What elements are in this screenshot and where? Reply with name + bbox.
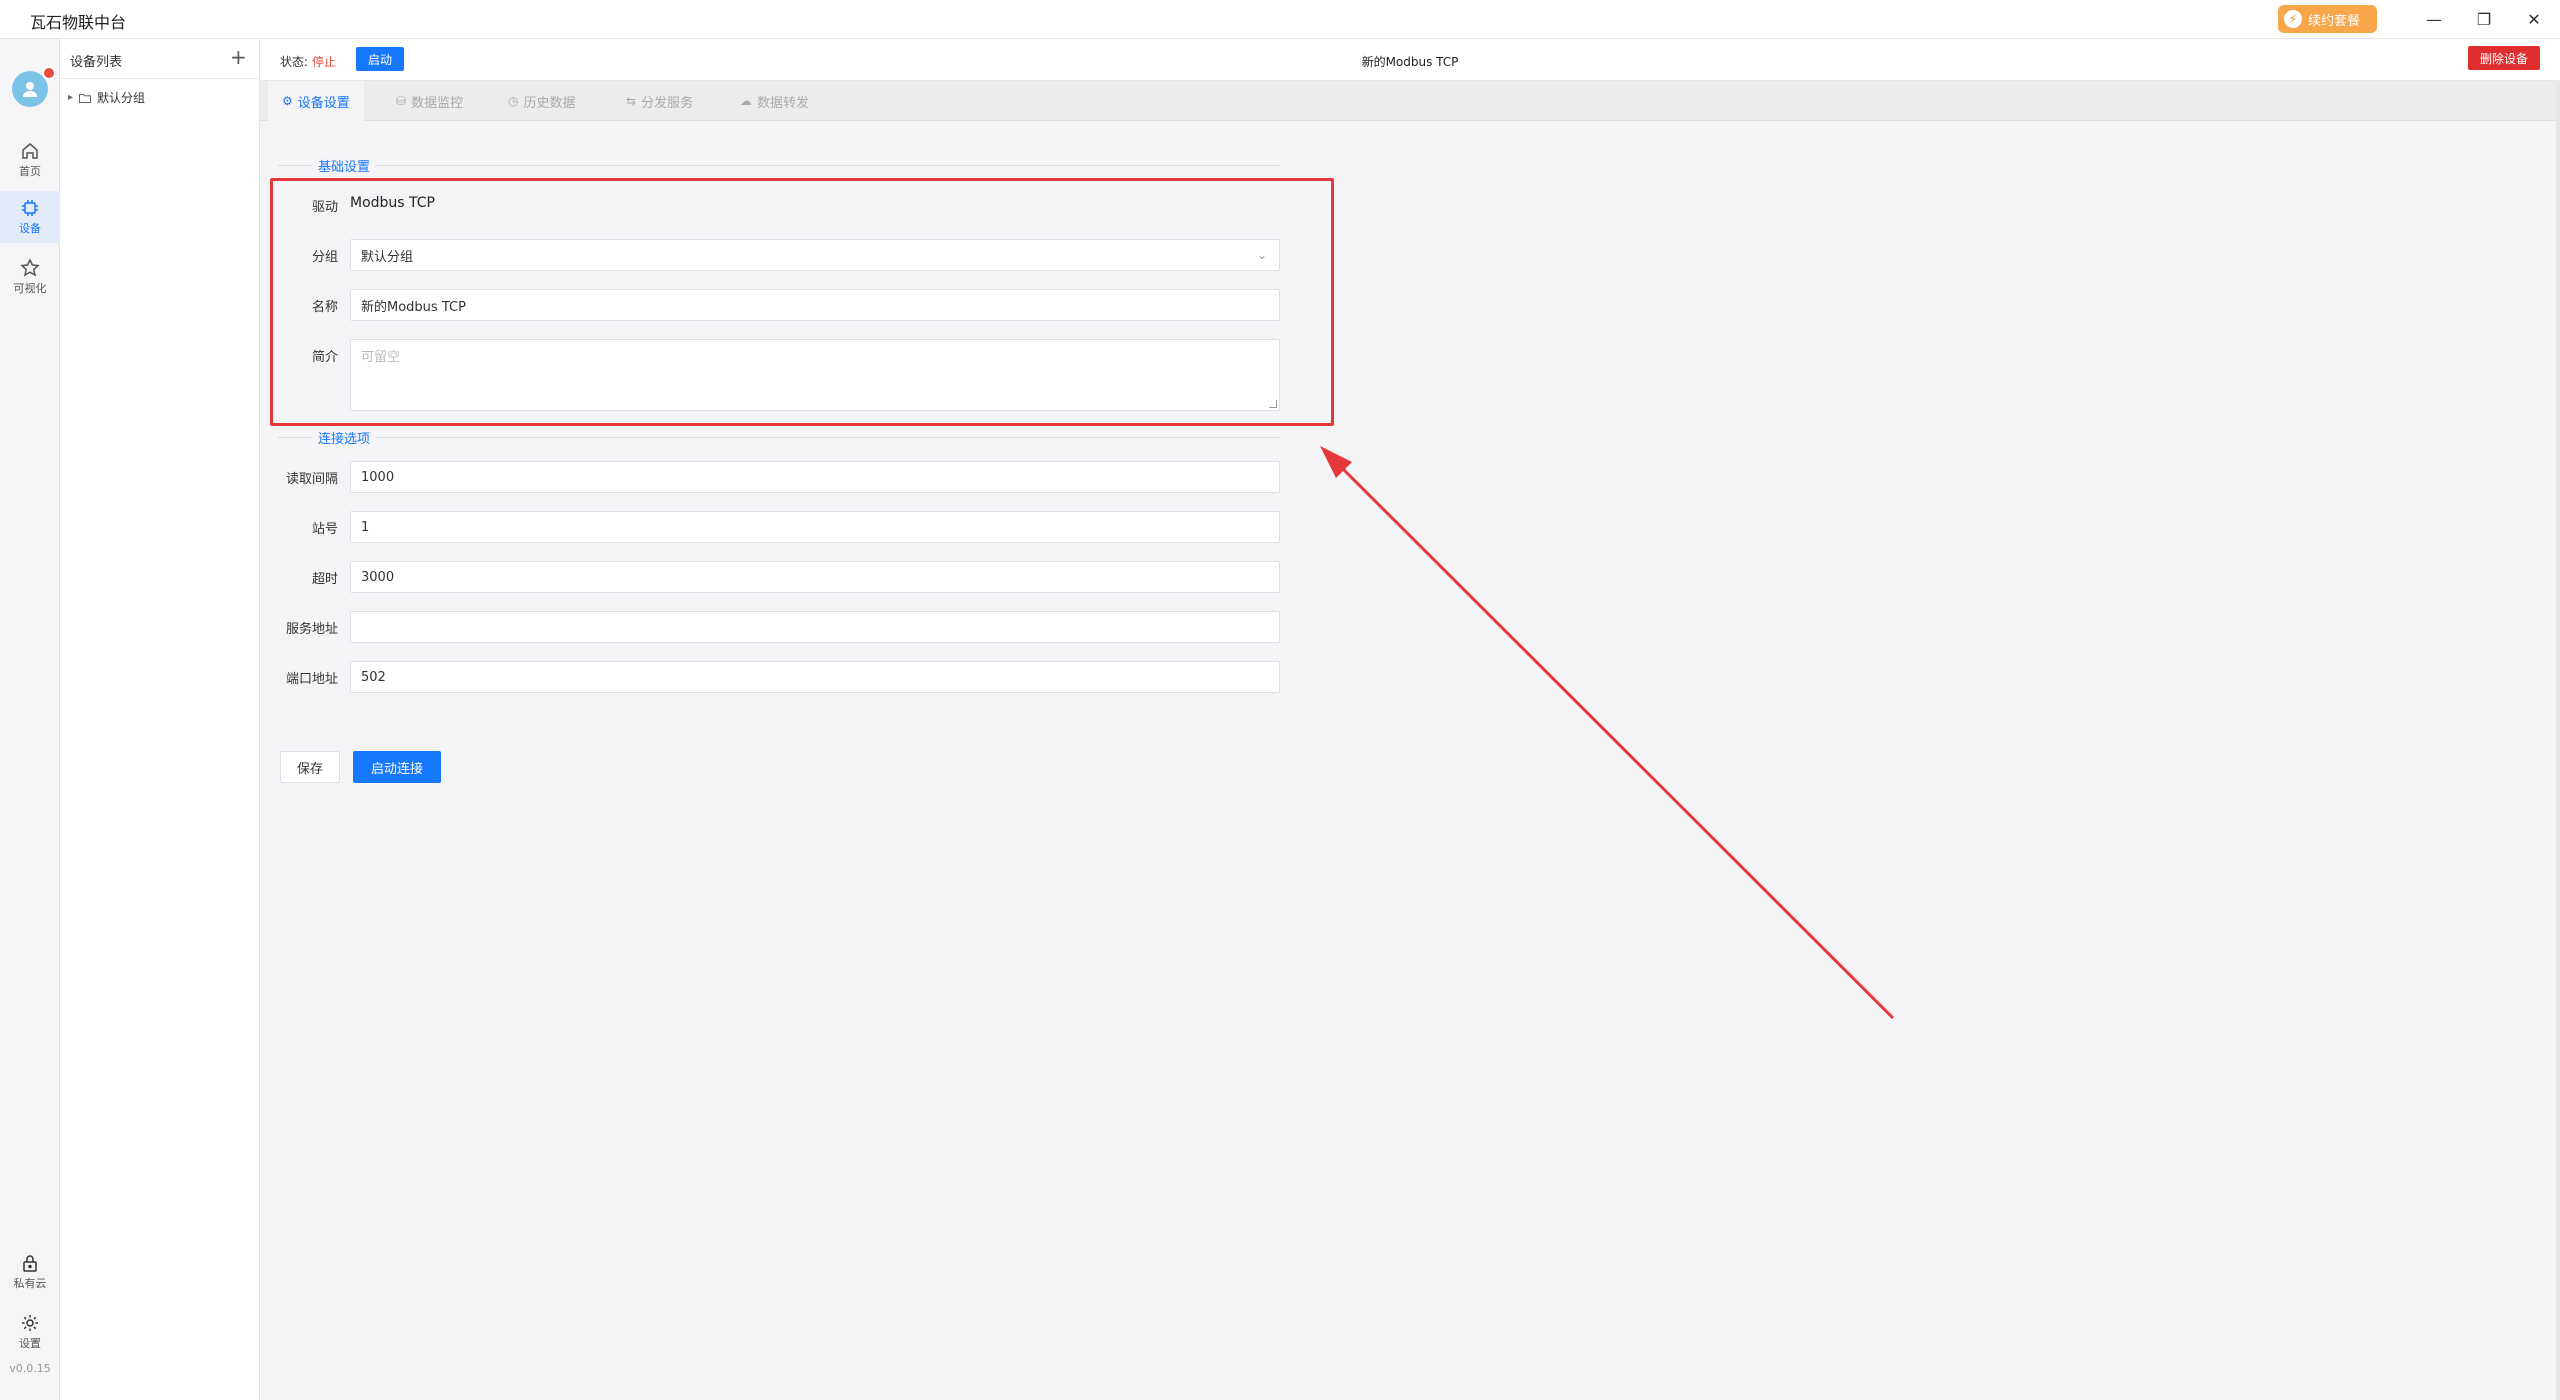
station-input[interactable]: 1 <box>350 511 1280 543</box>
add-device-button[interactable]: + <box>230 45 247 69</box>
driver-value: Modbus TCP <box>350 195 435 211</box>
tab-data-forward[interactable]: ☁ 数据转发 <box>726 81 823 121</box>
lock-icon <box>23 1255 37 1272</box>
nav-visual-label: 可视化 <box>13 282 47 295</box>
left-nav: 首页 设备 可视化 私有云 设置 v0.0.15 <box>0 39 60 1400</box>
save-button[interactable]: 保存 <box>280 751 340 783</box>
star-icon <box>20 258 40 277</box>
device-list-panel: 设备列表 + ▸ 默认分组 <box>60 39 260 1400</box>
notification-badge <box>42 66 56 80</box>
main-area: 状态: 停止 启动 新的Modbus TCP 删除设备 ⚙ 设备设置 ⛁ 数据监控… <box>260 39 2560 1400</box>
tab-label: 设备设置 <box>297 95 350 111</box>
divider <box>278 165 1280 166</box>
home-icon <box>22 143 38 159</box>
nav-home-label: 首页 <box>19 165 41 178</box>
address-row: 服务地址 <box>260 611 1300 643</box>
interval-input[interactable]: 1000 <box>350 461 1280 493</box>
share-icon: ⇆ <box>626 94 637 108</box>
minimize-icon[interactable]: — <box>2420 6 2448 32</box>
nav-settings-label: 设置 <box>19 1337 41 1350</box>
app-title: 瓦石物联中台 <box>30 13 127 32</box>
delete-device-button[interactable]: 删除设备 <box>2468 46 2540 70</box>
tab-data-monitor[interactable]: ⛁ 数据监控 <box>382 81 477 121</box>
tab-history-data[interactable]: ◷ 历史数据 <box>494 81 590 121</box>
group-row: 分组 默认分组 ⌄ <box>260 239 1300 271</box>
tab-device-settings[interactable]: ⚙ 设备设置 <box>268 81 364 121</box>
title-bar: 瓦石物联中台 ⚡ 续约套餐 — ❐ ✕ <box>0 0 2560 39</box>
port-row: 端口地址 502 <box>260 661 1300 693</box>
desc-textarea[interactable]: 可留空 <box>350 339 1280 411</box>
gear-icon <box>22 1315 38 1331</box>
nav-device[interactable]: 设备 <box>0 191 60 243</box>
desc-placeholder: 可留空 <box>361 350 401 365</box>
database-icon: ⛁ <box>396 94 407 108</box>
divider <box>278 437 1280 438</box>
group-select[interactable]: 默认分组 ⌄ <box>350 239 1280 271</box>
basic-settings-section: 基础设置 <box>278 155 1280 175</box>
app-version: v0.0.15 <box>9 1362 51 1375</box>
nav-private-cloud-label: 私有云 <box>13 1277 47 1290</box>
station-label: 站号 <box>311 522 338 537</box>
nav-visual[interactable]: 可视化 <box>0 251 60 303</box>
tree-group-default[interactable]: ▸ 默认分组 <box>68 89 145 106</box>
section-title: 连接选项 <box>312 428 377 447</box>
tab-bar: ⚙ 设备设置 ⛁ 数据监控 ◷ 历史数据 ⇆ 分发服务 ☁ 数据转发 <box>260 81 2560 121</box>
tab-label: 数据监控 <box>411 95 464 111</box>
address-input[interactable] <box>350 611 1280 643</box>
nav-device-label: 设备 <box>19 222 41 235</box>
connect-button[interactable]: 启动连接 <box>353 751 441 783</box>
chevron-down-icon: ⌄ <box>1256 248 1267 262</box>
tab-label: 分发服务 <box>641 95 694 111</box>
folder-icon <box>79 93 92 103</box>
tab-label: 数据转发 <box>757 95 810 111</box>
name-label: 名称 <box>311 300 338 315</box>
group-select-value: 默认分组 <box>361 249 414 265</box>
clock-icon: ◷ <box>508 94 519 108</box>
desc-label: 简介 <box>311 350 338 365</box>
timeout-row: 超时 3000 <box>260 561 1300 593</box>
interval-label: 读取间隔 <box>285 472 338 487</box>
nav-home[interactable]: 首页 <box>0 134 60 186</box>
port-label: 端口地址 <box>285 672 338 687</box>
connection-section: 连接选项 <box>278 427 1280 447</box>
device-list-header: 设备列表 + <box>60 39 260 79</box>
name-row: 名称 新的Modbus TCP <box>260 289 1300 321</box>
tree-group-label: 默认分组 <box>97 91 146 105</box>
driver-row: 驱动 Modbus TCP <box>260 189 1300 221</box>
caret-right-icon[interactable]: ▸ <box>68 92 73 103</box>
device-title: 新的Modbus TCP <box>1361 55 1459 69</box>
resize-handle-icon[interactable] <box>1269 400 1277 408</box>
cloud-icon: ☁ <box>740 94 752 108</box>
close-icon[interactable]: ✕ <box>2520 6 2548 32</box>
address-label: 服务地址 <box>285 622 338 637</box>
interval-row: 读取间隔 1000 <box>260 461 1300 493</box>
desc-row: 简介 可留空 <box>260 339 1300 413</box>
restore-icon[interactable]: ❐ <box>2470 6 2498 32</box>
user-icon <box>23 82 37 97</box>
gear-icon: ⚙ <box>282 94 293 108</box>
nav-settings[interactable]: 设置 <box>0 1306 60 1358</box>
name-input[interactable]: 新的Modbus TCP <box>350 289 1280 321</box>
renew-button[interactable]: ⚡ 续约套餐 <box>2278 5 2377 33</box>
group-label: 分组 <box>311 250 338 265</box>
timeout-label: 超时 <box>311 572 338 587</box>
tab-distribution[interactable]: ⇆ 分发服务 <box>612 81 707 121</box>
port-input[interactable]: 502 <box>350 661 1280 693</box>
nav-private-cloud[interactable]: 私有云 <box>0 1246 60 1298</box>
driver-label: 驱动 <box>311 200 338 215</box>
tab-label: 历史数据 <box>523 95 576 111</box>
station-row: 站号 1 <box>260 511 1300 543</box>
renew-label: 续约套餐 <box>2308 13 2361 29</box>
chip-icon <box>22 200 38 216</box>
bolt-icon: ⚡ <box>2284 10 2302 28</box>
scrollbar[interactable] <box>2556 82 2560 1400</box>
timeout-input[interactable]: 3000 <box>350 561 1280 593</box>
device-header: 状态: 停止 启动 新的Modbus TCP 删除设备 <box>260 39 2560 81</box>
device-list-title: 设备列表 <box>70 55 123 70</box>
section-title: 基础设置 <box>312 156 377 175</box>
